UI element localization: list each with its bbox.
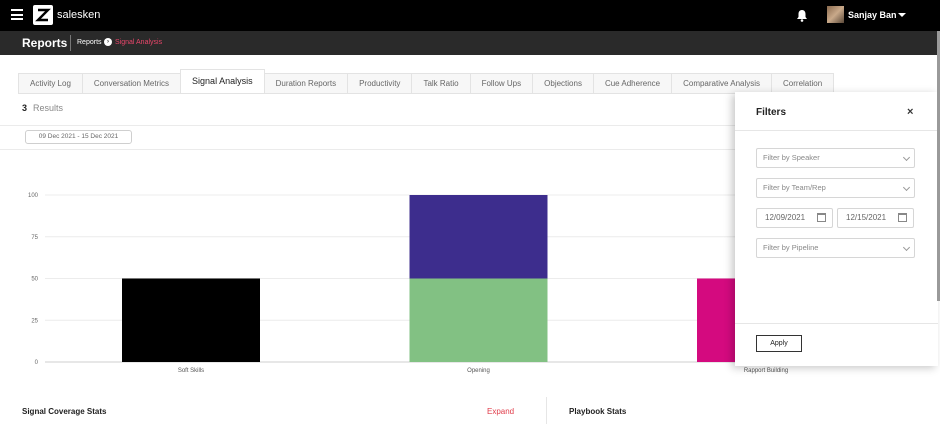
chevron-down-icon	[902, 183, 911, 192]
filters-divider-top	[735, 130, 938, 131]
tab-correlation[interactable]: Correlation	[771, 73, 835, 93]
y-tick-label: 25	[31, 318, 38, 324]
pipeline-filter-placeholder: Filter by Pipeline	[763, 243, 819, 252]
section-divider	[546, 397, 547, 424]
tab-signal-analysis[interactable]: Signal Analysis	[180, 69, 265, 93]
filters-title: Filters	[756, 107, 787, 118]
tab-conversation-metrics[interactable]: Conversation Metrics	[81, 73, 182, 93]
close-icon[interactable]: ×	[907, 106, 913, 118]
speaker-filter-placeholder: Filter by Speaker	[763, 153, 820, 162]
top-navbar: salesken Sanjay Ban	[0, 0, 940, 31]
tab-activity-log[interactable]: Activity Log	[18, 73, 83, 93]
expand-link[interactable]: Expand	[487, 407, 514, 416]
chevron-down-icon[interactable]	[898, 13, 906, 17]
avatar[interactable]	[827, 6, 844, 23]
calendar-icon[interactable]	[817, 213, 826, 222]
team-filter-select[interactable]: Filter by Team/Rep	[756, 178, 915, 198]
start-date-value: 12/09/2021	[765, 213, 806, 222]
x-tick-label: Opening	[467, 368, 490, 374]
bell-icon[interactable]	[796, 9, 808, 22]
x-tick-label: Soft Skills	[178, 368, 204, 374]
breadcrumb-current: Signal Analysis	[115, 39, 163, 46]
apply-button[interactable]: Apply	[756, 335, 802, 352]
tab-talk-ratio[interactable]: Talk Ratio	[411, 73, 471, 93]
tab-duration-reports[interactable]: Duration Reports	[263, 73, 349, 93]
header-divider	[70, 35, 71, 51]
playbook-stats-title: Playbook Stats	[569, 407, 627, 416]
tab-cue-adherence[interactable]: Cue Adherence	[592, 73, 673, 93]
chevron-down-icon	[902, 153, 911, 162]
signal-coverage-title: Signal Coverage Stats	[22, 407, 107, 416]
y-tick-label: 0	[35, 360, 39, 366]
y-tick-label: 50	[31, 277, 38, 283]
salesken-logo-icon	[33, 5, 53, 25]
tab-productivity[interactable]: Productivity	[347, 73, 413, 93]
chevron-right-icon: ›	[104, 38, 112, 46]
brand-name: salesken	[57, 9, 101, 21]
results-count: 3	[22, 103, 28, 113]
calendar-icon[interactable]	[898, 213, 907, 222]
report-tabs: Activity Log Conversation Metrics Signal…	[18, 69, 835, 93]
pipeline-filter-select[interactable]: Filter by Pipeline	[756, 238, 915, 258]
end-date-value: 12/15/2021	[846, 213, 887, 222]
filters-divider-bottom	[735, 323, 938, 324]
end-date-input[interactable]: 12/15/2021	[837, 208, 914, 228]
filters-panel: Filters × Filter by Speaker Filter by Te…	[735, 92, 938, 366]
chevron-down-icon	[902, 243, 911, 252]
team-filter-placeholder: Filter by Team/Rep	[763, 183, 826, 192]
y-tick-label: 100	[28, 193, 39, 199]
breadcrumb-reports[interactable]: Reports	[77, 39, 102, 46]
tab-comparative-analysis[interactable]: Comparative Analysis	[671, 73, 773, 93]
bar-segment[interactable]	[409, 195, 548, 279]
results-summary: 3 Results	[22, 103, 63, 113]
x-tick-label: Rapport Building	[744, 368, 788, 374]
bar-segment[interactable]	[122, 278, 260, 363]
page-title: Reports	[22, 36, 68, 50]
tab-follow-ups[interactable]: Follow Ups	[469, 73, 534, 93]
results-label: Results	[33, 103, 64, 113]
tab-objections[interactable]: Objections	[532, 73, 594, 93]
menu-icon[interactable]	[11, 9, 23, 20]
y-tick-label: 75	[31, 235, 38, 241]
speaker-filter-select[interactable]: Filter by Speaker	[756, 148, 915, 168]
page-header: Reports Reports › Signal Analysis	[0, 31, 940, 55]
bar-segment[interactable]	[409, 278, 548, 363]
user-name[interactable]: Sanjay Ban	[848, 10, 897, 20]
date-range-badge[interactable]: 09 Dec 2021 - 15 Dec 2021	[25, 130, 132, 144]
start-date-input[interactable]: 12/09/2021	[756, 208, 833, 228]
